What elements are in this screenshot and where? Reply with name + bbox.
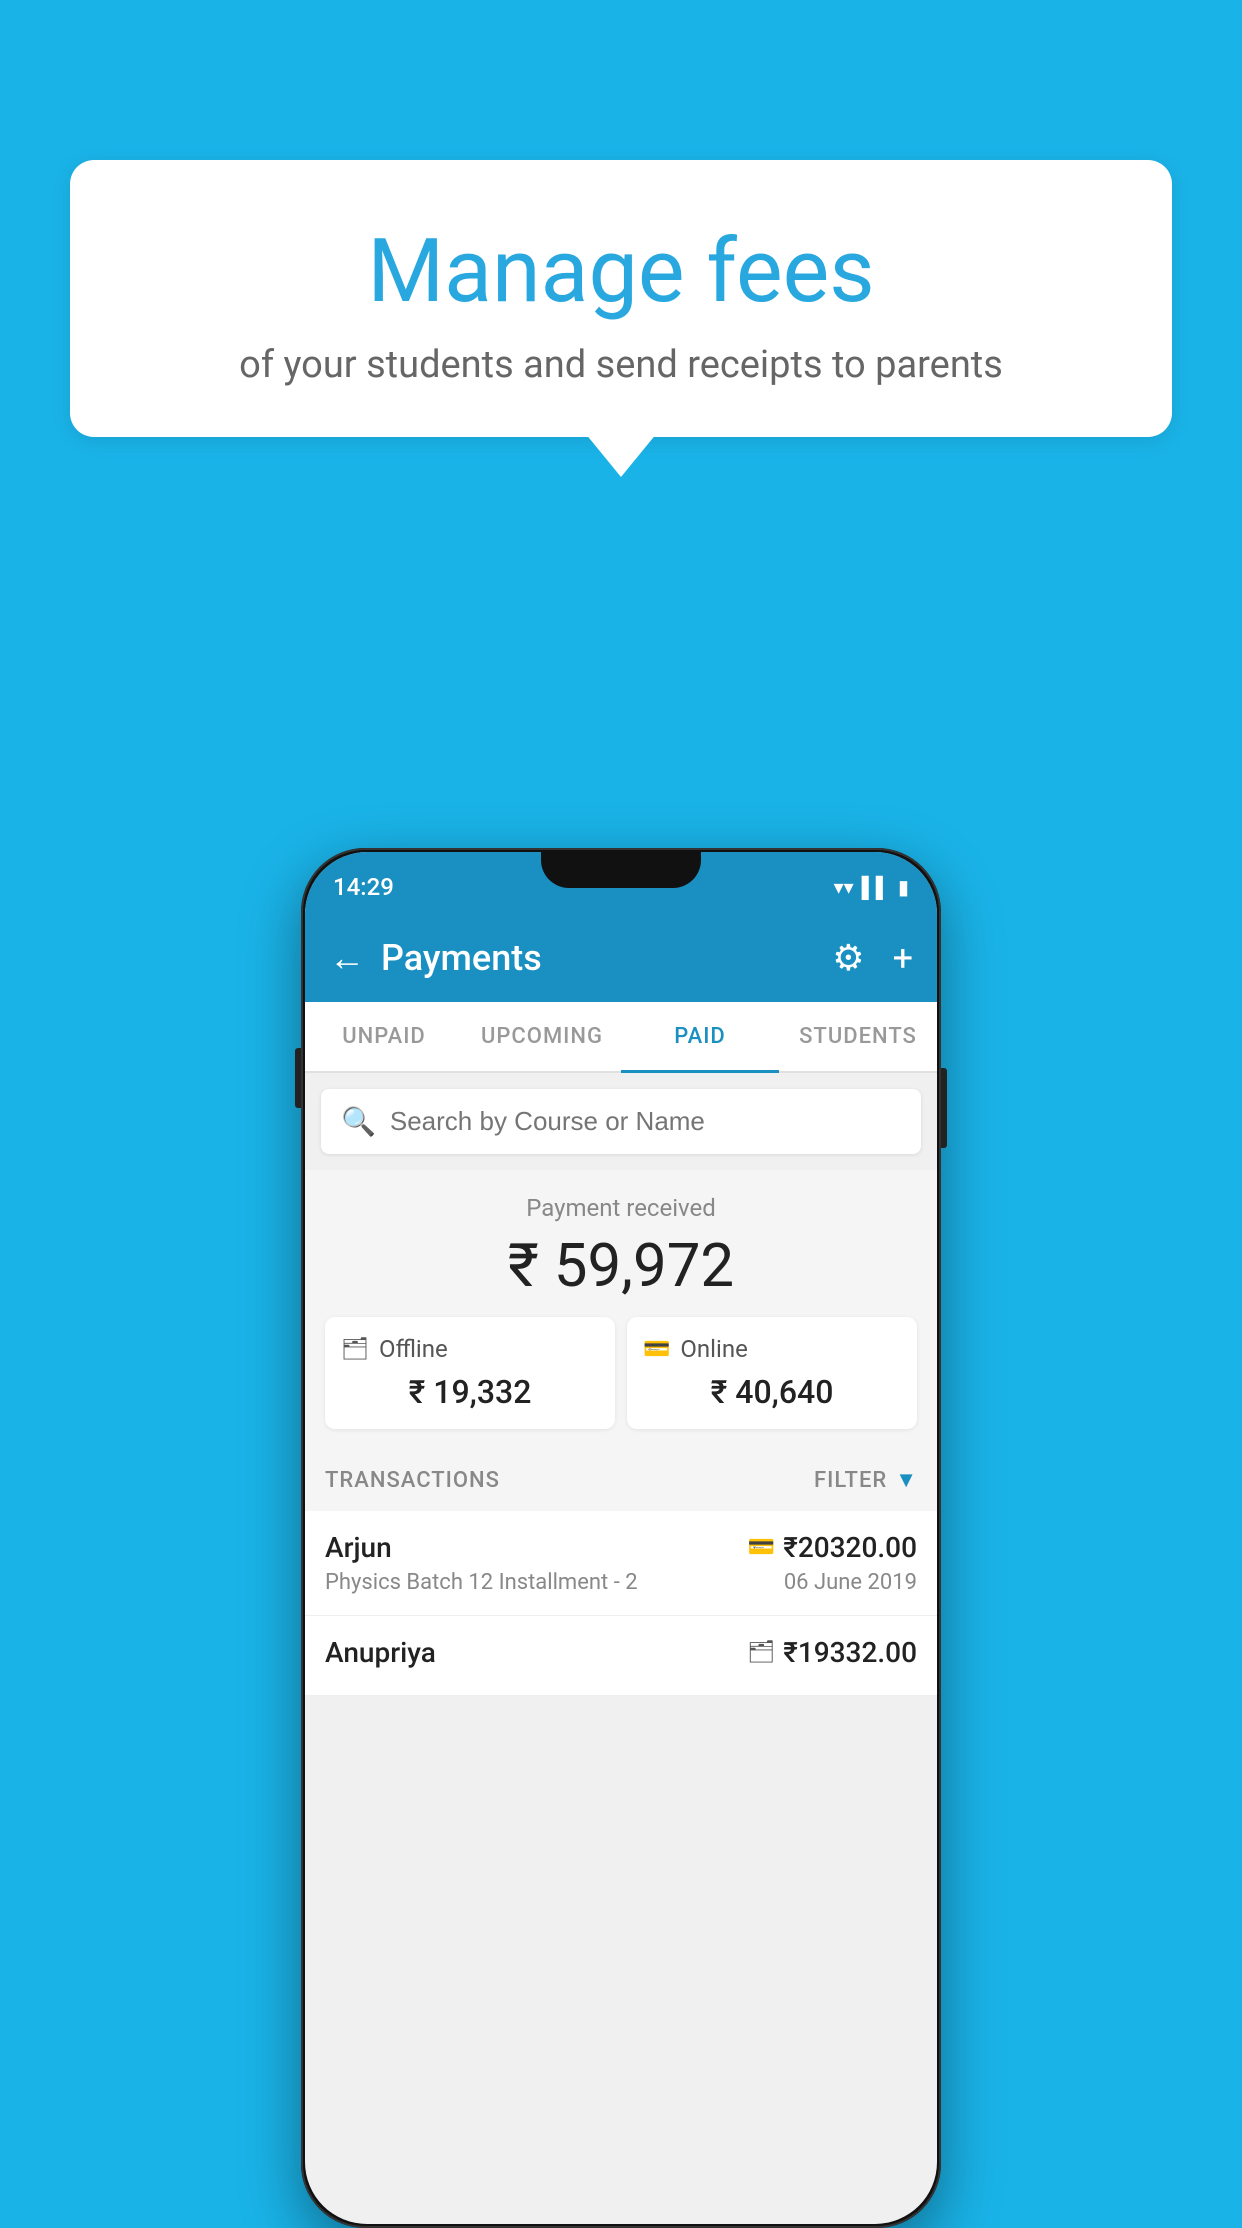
phone-frame: 14:29 ▾▾ ▌▌ ▮ ← Payments ⚙ + UNPAID <box>301 848 941 2228</box>
offline-icon: 🗂 <box>341 1337 369 1362</box>
search-input[interactable] <box>390 1106 901 1137</box>
tab-upcoming[interactable]: UPCOMING <box>463 1002 621 1071</box>
app-bar-left: ← Payments <box>329 937 542 979</box>
transaction-payment-icon: 💳 <box>748 1535 775 1560</box>
filter-button[interactable]: FILTER ▼ <box>814 1467 917 1493</box>
offline-card: 🗂 Offline ₹ 19,332 <box>325 1317 615 1429</box>
transaction-row[interactable]: Anupriya 🗂 ₹19332.00 <box>305 1616 937 1696</box>
offline-card-header: 🗂 Offline <box>341 1335 599 1363</box>
transactions-label: TRANSACTIONS <box>325 1468 500 1493</box>
transaction-row[interactable]: Arjun 💳 ₹20320.00 Physics Batch 12 Insta… <box>305 1511 937 1616</box>
payment-received-label: Payment received <box>325 1194 917 1222</box>
settings-button[interactable]: ⚙ <box>832 937 864 979</box>
payment-cards: 🗂 Offline ₹ 19,332 💳 Online ₹ 40,640 <box>325 1317 917 1429</box>
bubble-subtitle: of your students and send receipts to pa… <box>110 343 1132 387</box>
tab-paid[interactable]: PAID <box>621 1002 779 1071</box>
search-icon: 🔍 <box>341 1105 376 1138</box>
transaction-name: Anupriya <box>325 1636 436 1669</box>
transaction-top: Arjun 💳 ₹20320.00 <box>325 1531 917 1564</box>
phone-notch <box>541 852 701 888</box>
phone-screen: 14:29 ▾▾ ▌▌ ▮ ← Payments ⚙ + UNPAID <box>305 852 937 2224</box>
online-card-header: 💳 Online <box>643 1335 901 1363</box>
transaction-amount: ₹19332.00 <box>783 1636 917 1669</box>
transaction-bottom: Physics Batch 12 Installment - 2 06 June… <box>325 1570 917 1595</box>
online-card: 💳 Online ₹ 40,640 <box>627 1317 917 1429</box>
side-button-right <box>941 1068 947 1148</box>
transaction-name: Arjun <box>325 1531 392 1564</box>
transaction-date: 06 June 2019 <box>784 1570 917 1595</box>
status-icons: ▾▾ ▌▌ ▮ <box>834 875 909 900</box>
online-amount: ₹ 40,640 <box>643 1373 901 1411</box>
tab-unpaid[interactable]: UNPAID <box>305 1002 463 1071</box>
offline-amount: ₹ 19,332 <box>341 1373 599 1411</box>
offline-type: Offline <box>379 1335 448 1363</box>
battery-icon: ▮ <box>898 875 909 899</box>
bubble-title: Manage fees <box>110 220 1132 323</box>
tab-students[interactable]: STUDENTS <box>779 1002 937 1071</box>
tabs-bar: UNPAID UPCOMING PAID STUDENTS <box>305 1002 937 1073</box>
transaction-amount-area: 💳 ₹20320.00 <box>748 1531 917 1564</box>
transaction-payment-icon: 🗂 <box>747 1640 775 1665</box>
search-bar: 🔍 <box>321 1089 921 1154</box>
side-button-left <box>295 1048 301 1108</box>
filter-icon: ▼ <box>895 1467 917 1493</box>
app-bar-title: Payments <box>381 937 542 979</box>
app-bar: ← Payments ⚙ + <box>305 914 937 1002</box>
filter-label: FILTER <box>814 1468 887 1493</box>
wifi-icon: ▾▾ <box>834 875 854 899</box>
payment-total: ₹ 59,972 <box>325 1230 917 1301</box>
transaction-amount: ₹20320.00 <box>783 1531 917 1564</box>
online-type: Online <box>680 1335 747 1363</box>
status-time: 14:29 <box>333 873 394 901</box>
online-icon: 💳 <box>643 1337 670 1362</box>
back-button[interactable]: ← <box>329 937 365 979</box>
speech-bubble: Manage fees of your students and send re… <box>70 160 1172 437</box>
app-bar-actions: ⚙ + <box>832 937 913 979</box>
transactions-header: TRANSACTIONS FILTER ▼ <box>305 1449 937 1511</box>
transaction-amount-area: 🗂 ₹19332.00 <box>747 1636 917 1669</box>
transaction-course: Physics Batch 12 Installment - 2 <box>325 1570 638 1595</box>
add-button[interactable]: + <box>893 937 913 979</box>
payment-summary: Payment received ₹ 59,972 🗂 Offline ₹ 19… <box>305 1170 937 1449</box>
transaction-top: Anupriya 🗂 ₹19332.00 <box>325 1636 917 1669</box>
signal-icon: ▌▌ <box>862 875 890 900</box>
